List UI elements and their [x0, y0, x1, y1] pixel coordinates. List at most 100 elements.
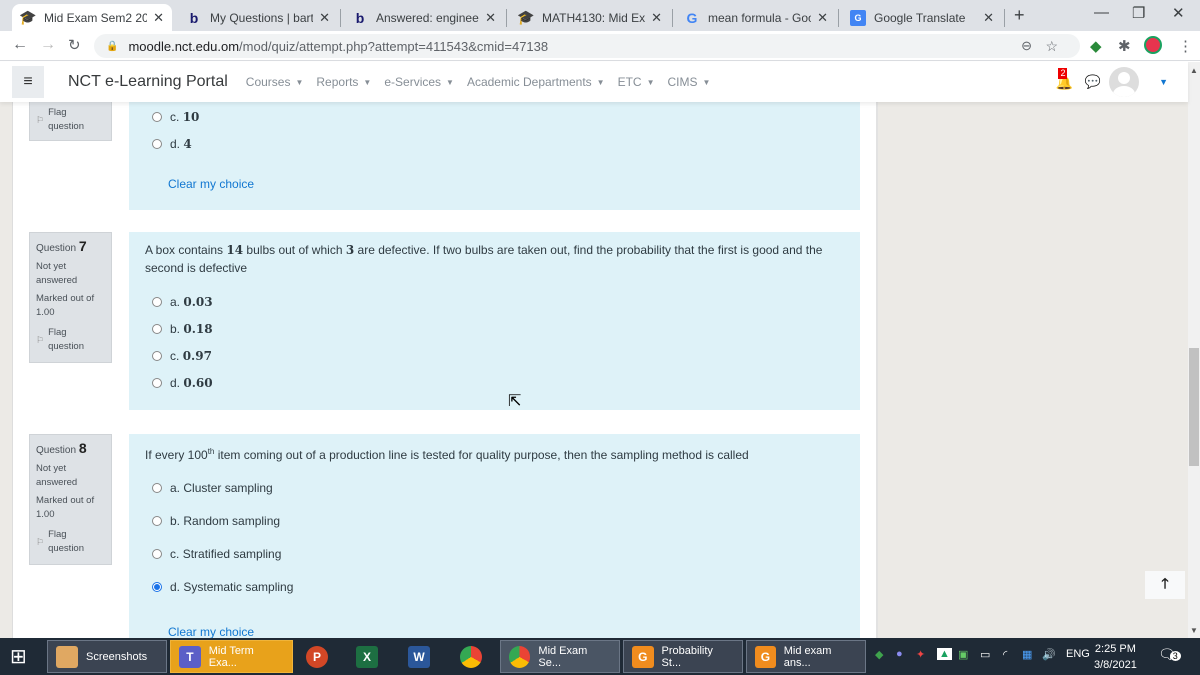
clear-choice-link[interactable]: Clear my choice — [168, 177, 254, 191]
answer-value: Random sampling — [183, 514, 281, 528]
teams-tray-icon[interactable]: ● — [896, 648, 903, 660]
minimize-button[interactable]: — — [1094, 4, 1109, 21]
close-window-button[interactable]: ✕ — [1172, 4, 1185, 22]
question-number-value: 7 — [78, 238, 87, 254]
taskbar-app-chrome[interactable]: Mid Exam Se... — [500, 640, 620, 673]
bartleby-icon: b — [189, 9, 199, 26]
display-tray-icon[interactable]: ▦ — [1022, 648, 1032, 661]
radio-button[interactable] — [152, 351, 162, 361]
radio-button-selected[interactable] — [152, 582, 162, 592]
restore-button[interactable]: ❐ — [1132, 4, 1145, 22]
radio-button[interactable] — [152, 297, 162, 307]
scrollbar-thumb[interactable] — [1189, 348, 1199, 466]
taskbar-powerpoint[interactable]: P — [306, 640, 336, 673]
close-tab-icon[interactable]: ✕ — [319, 10, 330, 26]
taskbar-app-pdf-probability[interactable]: G Probability St... — [623, 640, 743, 673]
radio-button[interactable] — [152, 139, 162, 149]
page-scrollbar[interactable]: ▲ ▼ — [1188, 62, 1200, 638]
taskbar-chrome-profile[interactable] — [460, 640, 490, 673]
battery-icon[interactable]: ▭ — [980, 648, 990, 661]
menu-academic-departments[interactable]: Academic Departments ▼ — [467, 75, 605, 89]
new-tab-button[interactable]: + — [1014, 5, 1025, 26]
flag-question-link[interactable]: ⚐ Flag question — [36, 528, 105, 556]
idm-extension-icon[interactable]: ◆ — [1090, 37, 1102, 55]
answer-option[interactable]: d. 4 — [152, 137, 192, 151]
taskbar-app-pdf-mid-exam[interactable]: G Mid exam ans... — [746, 640, 866, 673]
question-8-info: Question 8 Not yet answered Marked out o… — [29, 434, 112, 565]
answer-option-c[interactable]: c. Stratified sampling — [152, 547, 281, 561]
tab-separator — [672, 9, 673, 27]
question-marks: Marked out of 1.00 — [36, 293, 95, 318]
tab-answered[interactable]: b Answered: engineer wa ✕ — [344, 4, 504, 31]
taskbar-app-screenshots[interactable]: Screenshots — [47, 640, 167, 673]
app-tray-icon[interactable]: ▣ — [958, 648, 968, 661]
answer-option-a[interactable]: a. Cluster sampling — [152, 481, 273, 495]
answer-option-d[interactable]: d. 0.60 — [152, 376, 213, 390]
reload-button[interactable]: ↻ — [68, 36, 81, 54]
user-menu-caret-icon[interactable]: ▼ — [1159, 77, 1168, 87]
answer-option-b[interactable]: b. Random sampling — [152, 514, 280, 528]
system-clock[interactable]: 2:25 PM 3/8/2021 — [1094, 641, 1137, 673]
hamburger-menu-button[interactable]: ≡ — [12, 66, 44, 98]
answer-option[interactable]: c. 10 — [152, 110, 199, 124]
flag-question-link[interactable]: ⚐ Flag question — [36, 106, 105, 134]
flag-question-link[interactable]: ⚐ Flag question — [36, 326, 105, 354]
menu-etc[interactable]: ETC ▼ — [618, 75, 655, 89]
radio-button[interactable] — [152, 324, 162, 334]
taskbar-app-label: Mid Term Exa... — [208, 644, 254, 669]
answer-letter: a. — [170, 295, 181, 309]
action-center-icon[interactable]: 🗨3 — [1158, 646, 1181, 663]
language-indicator[interactable]: ENG — [1066, 648, 1090, 660]
tab-mid-exam[interactable]: 🎓 Mid Exam Sem2 2020-2 ✕ — [12, 4, 172, 31]
answer-option-d[interactable]: d. Systematic sampling — [152, 580, 293, 594]
menu-courses[interactable]: Courses ▼ — [246, 75, 304, 89]
idm-tray-icon[interactable]: ◆ — [875, 648, 883, 661]
arrow-up-icon: 🡑 — [1161, 575, 1169, 591]
forward-button[interactable]: → — [40, 36, 56, 54]
close-tab-icon[interactable]: ✕ — [651, 10, 662, 26]
close-tab-icon[interactable]: ✕ — [983, 10, 994, 26]
menu-cims[interactable]: CIMS ▼ — [668, 75, 711, 89]
zoom-icon[interactable]: ⊖ — [1021, 38, 1032, 54]
network-tray-icon[interactable]: ✦ — [916, 648, 925, 661]
menu-reports[interactable]: Reports ▼ — [316, 75, 371, 89]
radio-button[interactable] — [152, 378, 162, 388]
tab-my-questions[interactable]: b My Questions | bartleby ✕ — [178, 4, 338, 31]
windows-start-button[interactable]: ⊞ — [10, 640, 27, 673]
answer-option-a[interactable]: a. 0.03 — [152, 295, 213, 309]
answer-option-b[interactable]: b. 0.18 — [152, 322, 213, 336]
scroll-up-arrow-icon[interactable]: ▲ — [1190, 66, 1198, 75]
answer-option-c[interactable]: c. 0.97 — [152, 349, 212, 363]
tab-mean-formula[interactable]: G mean formula - Google ✕ — [676, 4, 836, 31]
notifications-bell-icon[interactable]: 🔔 2 — [1055, 67, 1073, 91]
taskbar-word[interactable]: W — [408, 640, 438, 673]
close-tab-icon[interactable]: ✕ — [485, 10, 496, 26]
close-tab-icon[interactable]: ✕ — [817, 10, 828, 26]
scroll-down-arrow-icon[interactable]: ▼ — [1190, 626, 1198, 635]
volume-icon[interactable]: 🔊 — [1042, 648, 1056, 661]
user-avatar[interactable] — [1109, 67, 1140, 97]
close-tab-icon[interactable]: ✕ — [153, 10, 164, 26]
clear-choice-link[interactable]: Clear my choice — [168, 625, 254, 639]
back-button[interactable]: ← — [12, 36, 28, 54]
tab-google-translate[interactable]: G Google Translate ✕ — [842, 4, 1002, 31]
radio-button[interactable] — [152, 112, 162, 122]
radio-button[interactable] — [152, 483, 162, 493]
tab-math4130[interactable]: 🎓 MATH4130: Mid Exam S ✕ — [510, 4, 670, 31]
extensions-puzzle-icon[interactable]: ✱ — [1118, 37, 1131, 55]
taskbar-app-teams[interactable]: T Mid Term Exa... — [170, 640, 293, 673]
back-to-top-button[interactable]: 🡑 — [1145, 571, 1185, 599]
profile-avatar-icon[interactable] — [1144, 36, 1162, 54]
radio-button[interactable] — [152, 549, 162, 559]
site-brand[interactable]: NCT e-Learning Portal — [68, 73, 228, 91]
bookmark-star-icon[interactable]: ☆ — [1045, 38, 1058, 55]
radio-button[interactable] — [152, 516, 162, 526]
url-input[interactable]: 🔒 moodle.nct.edu.om/mod/quiz/attempt.php… — [94, 34, 1080, 58]
menu-e-services[interactable]: e-Services ▼ — [384, 75, 454, 89]
taskbar-excel[interactable]: X — [356, 640, 386, 673]
google-drive-tray-icon[interactable]: ▲ — [937, 648, 952, 660]
left-drawer-strip — [0, 102, 13, 638]
browser-menu-icon[interactable]: ⋮ — [1178, 37, 1193, 55]
wifi-icon[interactable]: ◜ — [1003, 648, 1007, 661]
messages-icon[interactable]: 💬 — [1085, 74, 1101, 90]
